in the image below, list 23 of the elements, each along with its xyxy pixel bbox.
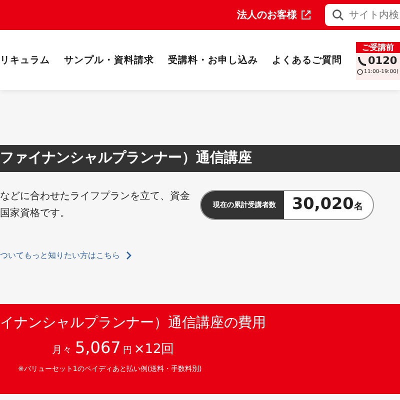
nav-link[interactable]: よくあるご質問 — [272, 54, 342, 66]
phone-icon — [358, 56, 367, 66]
counter-unit: 名 — [354, 200, 363, 213]
phone-number: 0120 — [368, 55, 398, 67]
nav-link[interactable]: リキュラム — [0, 54, 50, 66]
description-text: などに合わせたライフプランを立て、資金 — [0, 190, 190, 204]
chevron-icon — [126, 251, 132, 260]
search-icon — [332, 9, 344, 21]
more-info-link[interactable]: ついてもっと知りたい方はこちら — [0, 250, 120, 261]
price-installments: ×12回 — [134, 341, 174, 358]
nav-link[interactable]: サンプル・資料請求 — [64, 54, 154, 66]
price-amount: 5,067 — [75, 338, 121, 357]
nav-link[interactable]: 受講料・お申し込み — [168, 54, 258, 66]
price-currency: 円 — [122, 345, 132, 357]
counter-value: 30,020 — [292, 194, 354, 213]
phone-label: ご受講前 — [356, 42, 400, 53]
course-title: ファイナンシャルプランナー）通信講座 — [0, 145, 400, 172]
external-link-icon — [301, 10, 311, 20]
search-field[interactable]: サイト内検 — [325, 4, 400, 26]
fee-title: イナンシャルプランナー）通信講座の費用 — [0, 314, 267, 332]
corporate-link[interactable]: 法人のお客様 — [237, 8, 297, 22]
price-prefix: 月々 — [52, 344, 72, 357]
description-text: 国家資格です。 — [0, 206, 71, 221]
